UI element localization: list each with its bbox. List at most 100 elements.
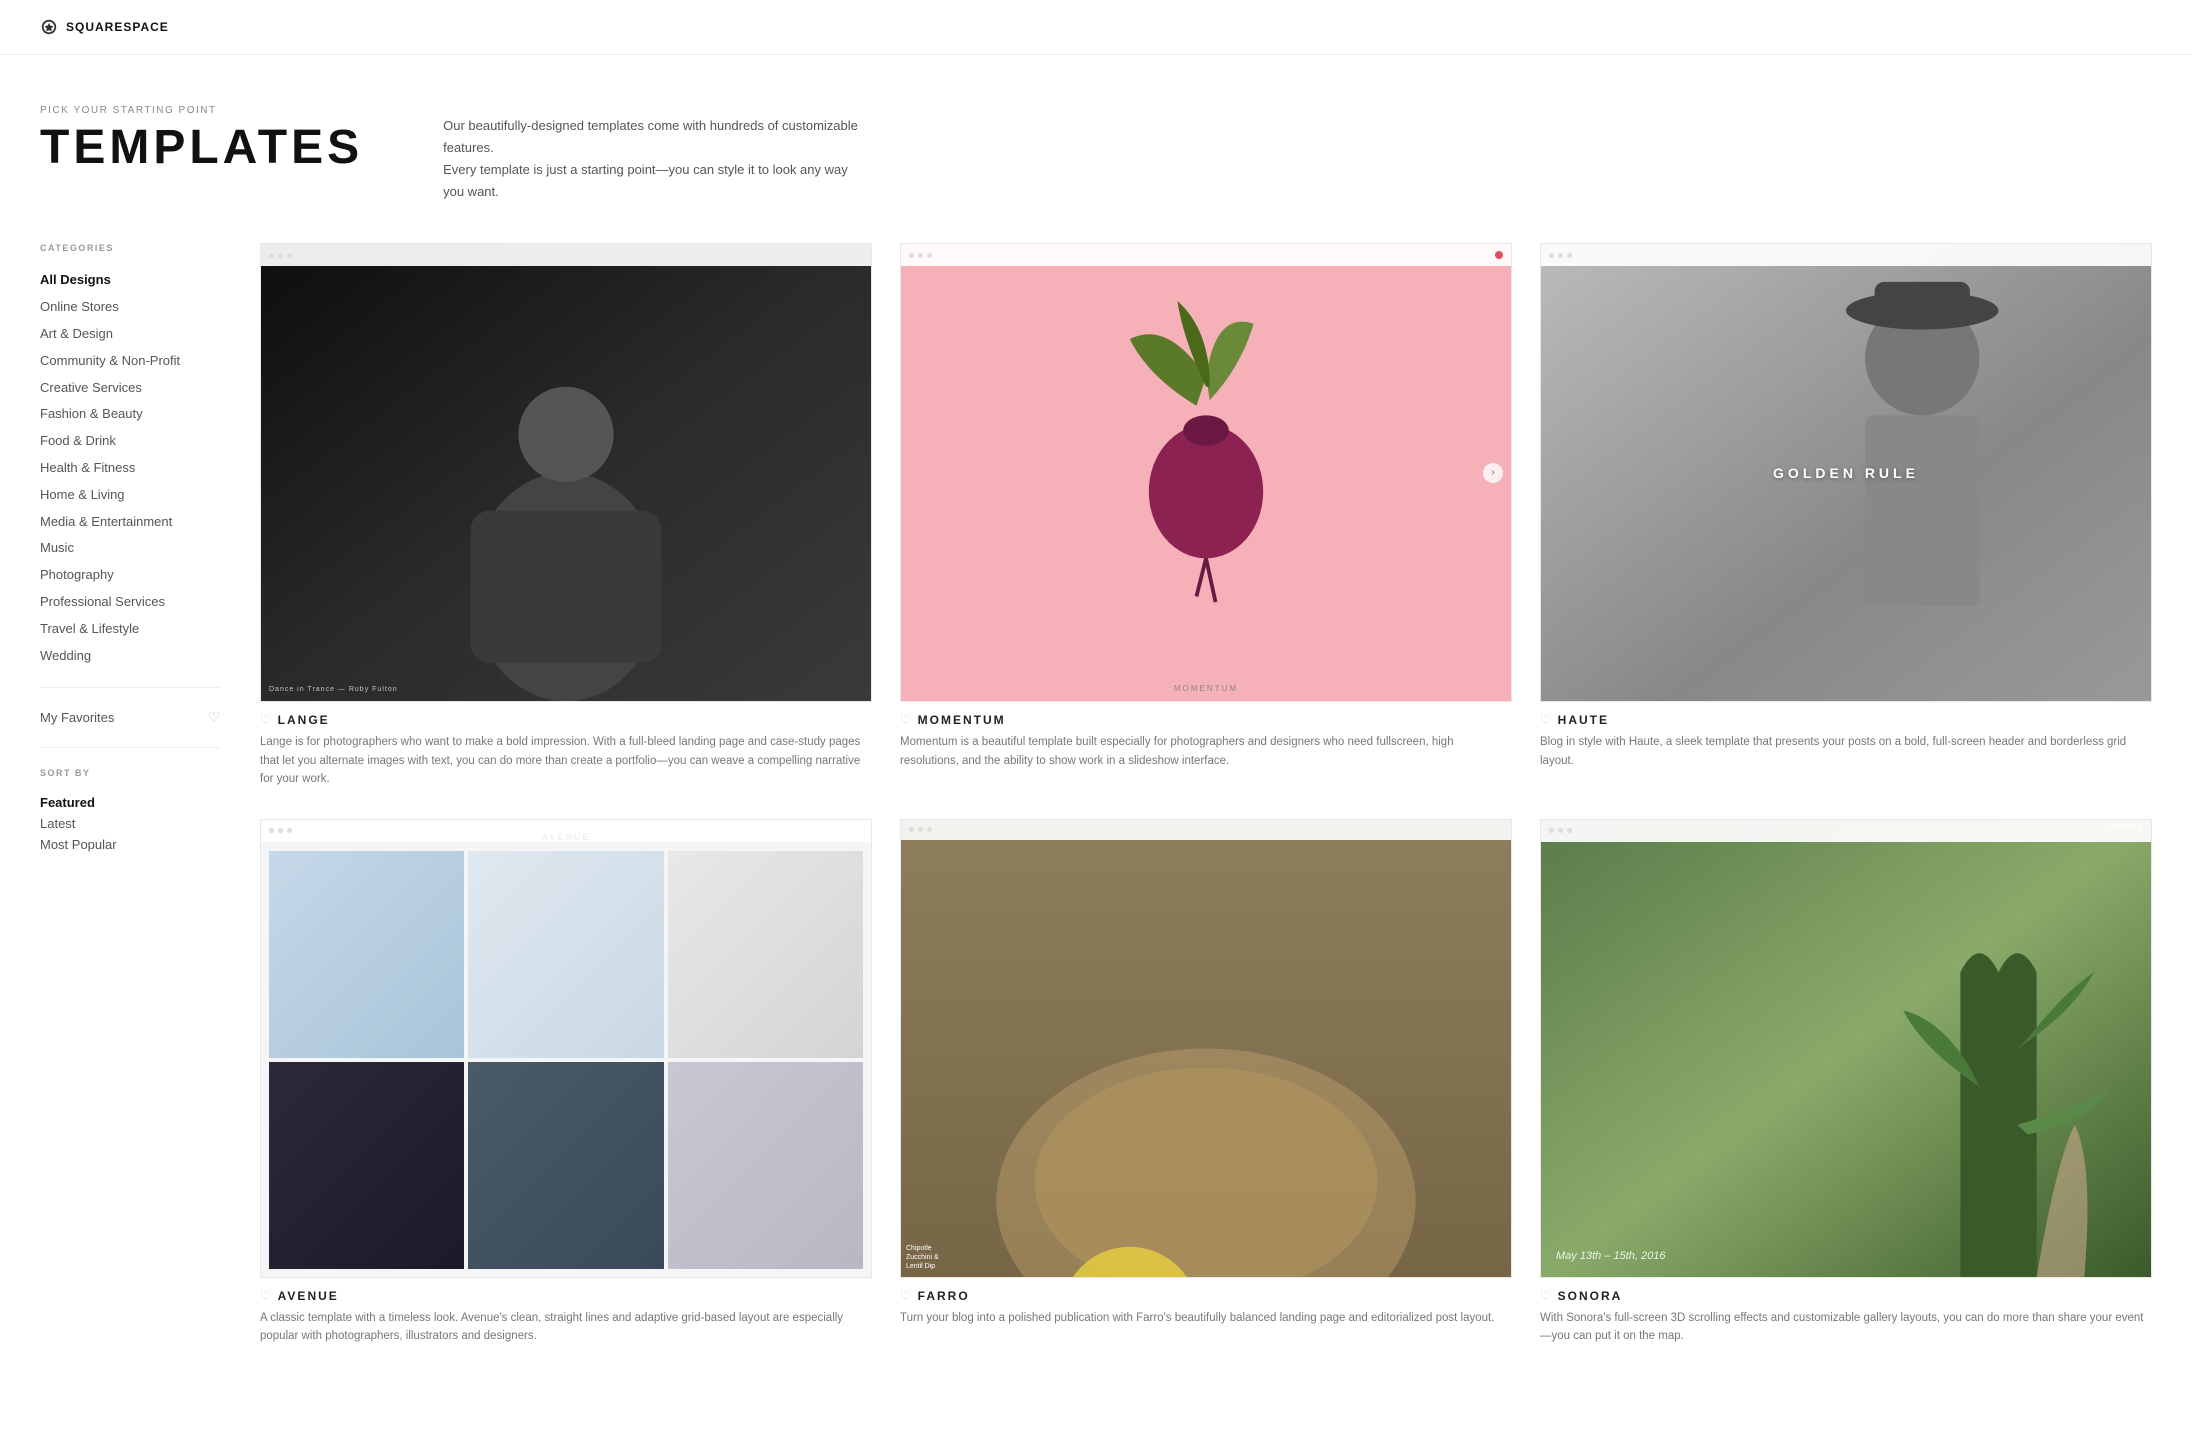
favorites-label: My Favorites	[40, 710, 114, 725]
templates-grid: Dance in Trance — Ruby Fulton ♡ LANGE La…	[260, 243, 2152, 1345]
momentum-dot-3	[927, 253, 932, 258]
squarespace-logo-icon	[40, 18, 58, 36]
sidebar-item-food[interactable]: Food & Drink	[40, 428, 220, 455]
sidebar-item-fashion[interactable]: Fashion & Beauty	[40, 401, 220, 428]
sidebar-item-photography[interactable]: Photography	[40, 562, 220, 589]
template-thumbnail-momentum[interactable]: MOMENTUM ›	[900, 243, 1512, 702]
avenue-top-bar	[261, 820, 871, 842]
hero-description: Our beautifully-designed templates come …	[443, 115, 863, 203]
avenue-desc: A classic template with a timeless look.…	[260, 1309, 872, 1346]
categories-label: CATEGORIES	[40, 243, 220, 253]
haute-dot-2	[1558, 253, 1563, 258]
sort-label: SORT BY	[40, 768, 220, 778]
momentum-heart-icon[interactable]: ♡	[900, 712, 912, 728]
avenue-dot-3	[287, 828, 292, 833]
sidebar-item-art-design[interactable]: Art & Design	[40, 321, 220, 348]
momentum-label: MOMENTUM	[1174, 684, 1238, 693]
sonora-label: SONORA	[2107, 824, 2143, 831]
sidebar-item-all-designs[interactable]: All Designs	[40, 267, 220, 294]
lange-name-row: ♡ LANGE	[260, 712, 872, 728]
sidebar-item-wedding[interactable]: Wedding	[40, 643, 220, 670]
avenue-photo-grid	[269, 851, 863, 1269]
sidebar-item-travel[interactable]: Travel & Lifestyle	[40, 616, 220, 643]
haute-name-row: ♡ HAUTE	[1540, 712, 2152, 728]
farro-bar-dot-2	[918, 827, 923, 832]
logo[interactable]: SQUARESPACE	[40, 18, 169, 36]
momentum-dot-2	[918, 253, 923, 258]
template-thumbnail-farro[interactable]: Farro Chipotle Zucchini & Lentil Dip	[900, 819, 1512, 1278]
template-card-haute: GOLDEN RULE ♡ HAUTE Blog in style with H…	[1540, 243, 2152, 788]
sidebar-divider-2	[40, 747, 220, 748]
lange-image: Dance in Trance — Ruby Fulton	[261, 244, 871, 701]
avenue-cell-2	[468, 851, 663, 1058]
avenue-cell-1	[269, 851, 464, 1058]
lange-name: LANGE	[278, 713, 330, 727]
haute-text-overlay: GOLDEN RULE	[1773, 465, 1919, 481]
template-card-lange: Dance in Trance — Ruby Fulton ♡ LANGE La…	[260, 243, 872, 788]
farro-bar-dot-1	[909, 827, 914, 832]
avenue-cell-6	[668, 1062, 863, 1269]
sidebar-item-health[interactable]: Health & Fitness	[40, 455, 220, 482]
lange-heart-icon[interactable]: ♡	[260, 712, 272, 728]
farro-desc: Turn your blog into a polished publicati…	[900, 1309, 1512, 1327]
sidebar-item-creative-services[interactable]: Creative Services	[40, 375, 220, 402]
sonora-dot-1	[1549, 828, 1554, 833]
avenue-cell-4	[269, 1062, 464, 1269]
farro-top-bar	[901, 820, 1511, 840]
lange-desc: Lange is for photographers who want to m…	[260, 733, 872, 788]
avenue-dot-2	[278, 828, 283, 833]
sidebar-favorites[interactable]: My Favorites ♡	[40, 706, 220, 729]
momentum-dot-1	[909, 253, 914, 258]
farro-main-image: Farro	[901, 820, 1306, 1278]
sidebar-item-online-stores[interactable]: Online Stores	[40, 294, 220, 321]
sonora-dot-2	[1558, 828, 1563, 833]
haute-image: GOLDEN RULE	[1541, 244, 2151, 701]
sonora-name: SONORA	[1558, 1289, 1623, 1303]
farro-name: FARRO	[918, 1289, 970, 1303]
sort-featured[interactable]: Featured	[40, 792, 220, 813]
sidebar: CATEGORIES All Designs Online Stores Art…	[40, 243, 220, 1345]
haute-dot-1	[1549, 253, 1554, 258]
sonora-dot-3	[1567, 828, 1572, 833]
hero-desc-line2: Every template is just a starting point—…	[443, 162, 848, 199]
farro-name-row: ♡ FARRO	[900, 1288, 1512, 1304]
sonora-desc: With Sonora's full-screen 3D scrolling e…	[1540, 1309, 2152, 1346]
sidebar-item-media[interactable]: Media & Entertainment	[40, 509, 220, 536]
sonora-heart-icon[interactable]: ♡	[1540, 1288, 1552, 1304]
sidebar-divider-1	[40, 687, 220, 688]
sort-latest[interactable]: Latest	[40, 813, 220, 834]
avenue-heart-icon[interactable]: ♡	[260, 1288, 272, 1304]
avenue-dot-1	[269, 828, 274, 833]
lange-dot-2	[278, 253, 283, 258]
heart-icon: ♡	[207, 709, 220, 726]
template-thumbnail-lange[interactable]: Dance in Trance — Ruby Fulton	[260, 243, 872, 702]
hero-title: TEMPLATES	[40, 124, 363, 172]
farro-food-label: ChipotleZucchini &Lentil Dip	[906, 1244, 939, 1271]
haute-desc: Blog in style with Haute, a sleek templa…	[1540, 733, 2152, 770]
lange-dot-3	[287, 253, 292, 258]
sidebar-item-home[interactable]: Home & Living	[40, 482, 220, 509]
template-card-avenue: AVENUE ♡ AVENUE A classic template with …	[260, 819, 872, 1346]
header: SQUARESPACE	[0, 0, 2192, 55]
haute-name: HAUTE	[1558, 713, 1609, 727]
sidebar-item-professional[interactable]: Professional Services	[40, 589, 220, 616]
farro-heart-icon[interactable]: ♡	[900, 1288, 912, 1304]
template-thumbnail-sonora[interactable]: May 13th – 15th, 2016 SONORA	[1540, 819, 2152, 1278]
template-thumbnail-haute[interactable]: GOLDEN RULE	[1540, 243, 2152, 702]
haute-dot-3	[1567, 253, 1572, 258]
main-content: CATEGORIES All Designs Online Stores Art…	[0, 243, 2192, 1385]
sidebar-item-community[interactable]: Community & Non-Profit	[40, 348, 220, 375]
template-thumbnail-avenue[interactable]: AVENUE	[260, 819, 872, 1278]
avenue-name-row: ♡ AVENUE	[260, 1288, 872, 1304]
lange-top-bar	[261, 244, 871, 266]
haute-heart-icon[interactable]: ♡	[1540, 712, 1552, 728]
sidebar-item-music[interactable]: Music	[40, 535, 220, 562]
template-card-momentum: MOMENTUM › ♡ MOMENTUM Momentum is a beau…	[900, 243, 1512, 788]
haute-top-bar	[1541, 244, 2151, 266]
momentum-red-dot	[1495, 251, 1503, 259]
sort-most-popular[interactable]: Most Popular	[40, 834, 220, 855]
avenue-name: AVENUE	[278, 1289, 339, 1303]
hero-text-left: PICK YOUR STARTING POINT TEMPLATES	[40, 105, 363, 172]
momentum-nav-arrow[interactable]: ›	[1483, 463, 1503, 483]
template-card-sonora: May 13th – 15th, 2016 SONORA ♡ SONORA Wi…	[1540, 819, 2152, 1346]
